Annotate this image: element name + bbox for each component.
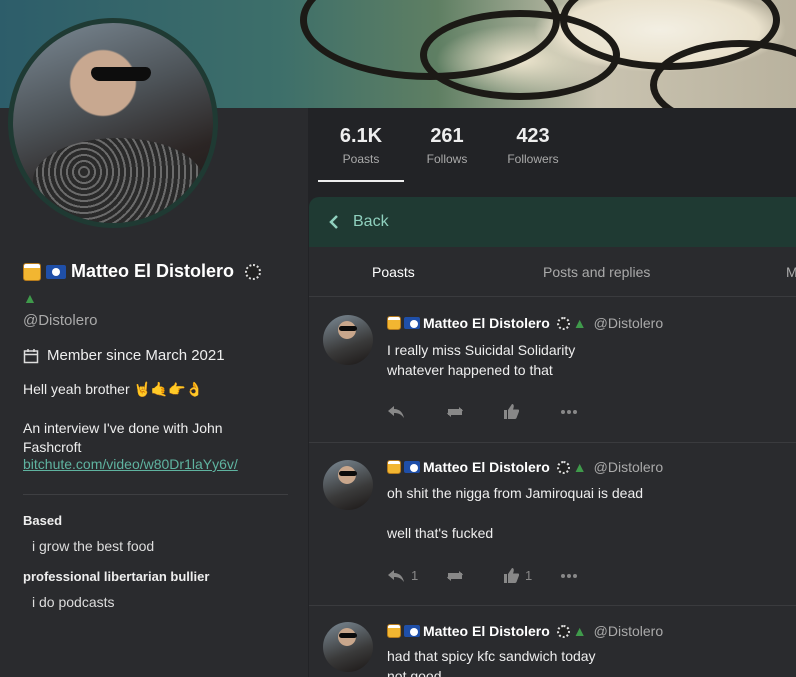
flag-emoji-icon	[404, 461, 420, 473]
post-author-name[interactable]: Matteo El Distolero	[423, 315, 550, 331]
post-avatar[interactable]	[323, 622, 373, 672]
beer-emoji-icon	[23, 263, 41, 282]
post-header: Matteo El Distolero ▲ @Distolero	[387, 623, 663, 639]
flag-emoji-icon	[404, 625, 420, 637]
post-text-line: oh shit the nigga from Jamiroquai is dea…	[387, 485, 644, 501]
reply-icon	[388, 405, 404, 418]
post-feed: Matteo El Distolero ▲ @Distolero I reall…	[309, 297, 796, 677]
profile-tabs: Poasts Posts and replies M	[309, 247, 796, 297]
stat-followers[interactable]: 423 Followers	[490, 125, 576, 182]
post-text-line	[387, 503, 643, 523]
profile-avatar[interactable]	[8, 18, 218, 228]
post-author-name[interactable]: Matteo El Distolero	[423, 459, 550, 475]
tab-poasts[interactable]: Poasts	[372, 264, 415, 280]
post-item: Matteo El Distolero ▲ @Distolero I reall…	[309, 297, 796, 443]
post-content: I really miss Suicidal Solidarity whatev…	[387, 340, 575, 380]
stat-follows[interactable]: 261 Follows	[404, 125, 490, 182]
post-avatar[interactable]	[323, 460, 373, 510]
stat-poasts[interactable]: 6.1K Poasts	[318, 125, 404, 182]
profile-field-name: Based	[23, 513, 63, 528]
more-button[interactable]	[561, 409, 619, 414]
ellipsis-icon	[561, 573, 577, 578]
post-author-handle[interactable]: @Distolero	[594, 623, 663, 639]
post-item: Matteo El Distolero ▲ @Distolero oh shit…	[309, 443, 796, 606]
tab-posts-and-replies[interactable]: Posts and replies	[543, 264, 650, 280]
ellipsis-icon	[561, 409, 577, 414]
like-button[interactable]	[503, 404, 561, 419]
post-author-name[interactable]: Matteo El Distolero	[423, 623, 550, 639]
chevron-left-icon	[329, 215, 338, 229]
tree-emoji-icon: ▲	[572, 459, 587, 475]
post-content: had that spicy kfc sandwich today not go…	[387, 646, 596, 677]
reply-button[interactable]: 1	[387, 568, 445, 583]
bio-line: An interview I've done with John Fashcro…	[23, 420, 223, 455]
repeat-icon	[447, 570, 463, 581]
post-text-line: had that spicy kfc sandwich today	[387, 648, 596, 664]
post-text-line: I really miss Suicidal Solidarity	[387, 342, 576, 358]
reply-button[interactable]	[387, 405, 445, 419]
repeat-button[interactable]	[445, 405, 503, 419]
post-header: Matteo El Distolero ▲ @Distolero	[387, 315, 663, 331]
sun-emoji-icon	[556, 460, 570, 474]
tree-emoji-icon: ▲	[572, 623, 587, 639]
post-actions	[387, 404, 619, 419]
post-header: Matteo El Distolero ▲ @Distolero	[387, 459, 663, 475]
bio-link[interactable]: bitchute.com/video/w80Dr1laYy6v/	[23, 456, 238, 472]
repeat-button[interactable]	[445, 569, 503, 583]
more-button[interactable]	[561, 573, 619, 578]
tree-emoji-icon: ▲	[23, 290, 37, 307]
profile-field-name: professional libertarian bullier	[23, 569, 210, 584]
sun-emoji-icon	[556, 624, 570, 638]
profile-field-value: i do podcasts	[32, 594, 115, 610]
repeat-icon	[447, 406, 463, 417]
divider	[23, 494, 288, 495]
like-count: 1	[525, 568, 533, 583]
profile-field-value: i grow the best food	[32, 538, 155, 554]
tree-emoji-icon: ▲	[572, 315, 587, 331]
beer-emoji-icon	[387, 316, 401, 330]
calendar-icon	[23, 348, 39, 363]
post-author-handle[interactable]: @Distolero	[594, 315, 663, 331]
member-since: Member since March 2021	[23, 347, 225, 364]
post-text-line: not good	[387, 668, 442, 677]
sun-emoji-icon	[245, 264, 262, 281]
profile-handle: @Distolero	[23, 312, 98, 329]
post-text-line: whatever happened to that	[387, 362, 553, 378]
post-avatar[interactable]	[323, 315, 373, 365]
beer-emoji-icon	[387, 624, 401, 638]
post-item: Matteo El Distolero ▲ @Distolero had tha…	[309, 606, 796, 677]
profile-display-name: Matteo El Distolero ▲	[23, 258, 293, 311]
post-actions: 1 1	[387, 568, 619, 583]
reply-count: 1	[411, 568, 419, 583]
flag-emoji-icon	[46, 265, 67, 280]
thumbs-up-icon	[504, 568, 519, 583]
tab-media[interactable]: M	[786, 264, 796, 280]
post-author-handle[interactable]: @Distolero	[594, 459, 663, 475]
post-text-line: well that's fucked	[387, 525, 494, 541]
post-content: oh shit the nigga from Jamiroquai is dea…	[387, 483, 643, 543]
back-button[interactable]: Back	[309, 197, 796, 247]
flag-emoji-icon	[404, 317, 420, 329]
reply-icon	[388, 569, 404, 582]
profile-stats: 6.1K Poasts 261 Follows 423 Followers	[318, 125, 576, 182]
like-button[interactable]: 1	[503, 568, 561, 583]
thumbs-up-icon	[504, 404, 519, 419]
beer-emoji-icon	[387, 460, 401, 474]
bio-line: Hell yeah brother 🤘🤙👉👌	[23, 381, 204, 397]
sun-emoji-icon	[556, 316, 570, 330]
